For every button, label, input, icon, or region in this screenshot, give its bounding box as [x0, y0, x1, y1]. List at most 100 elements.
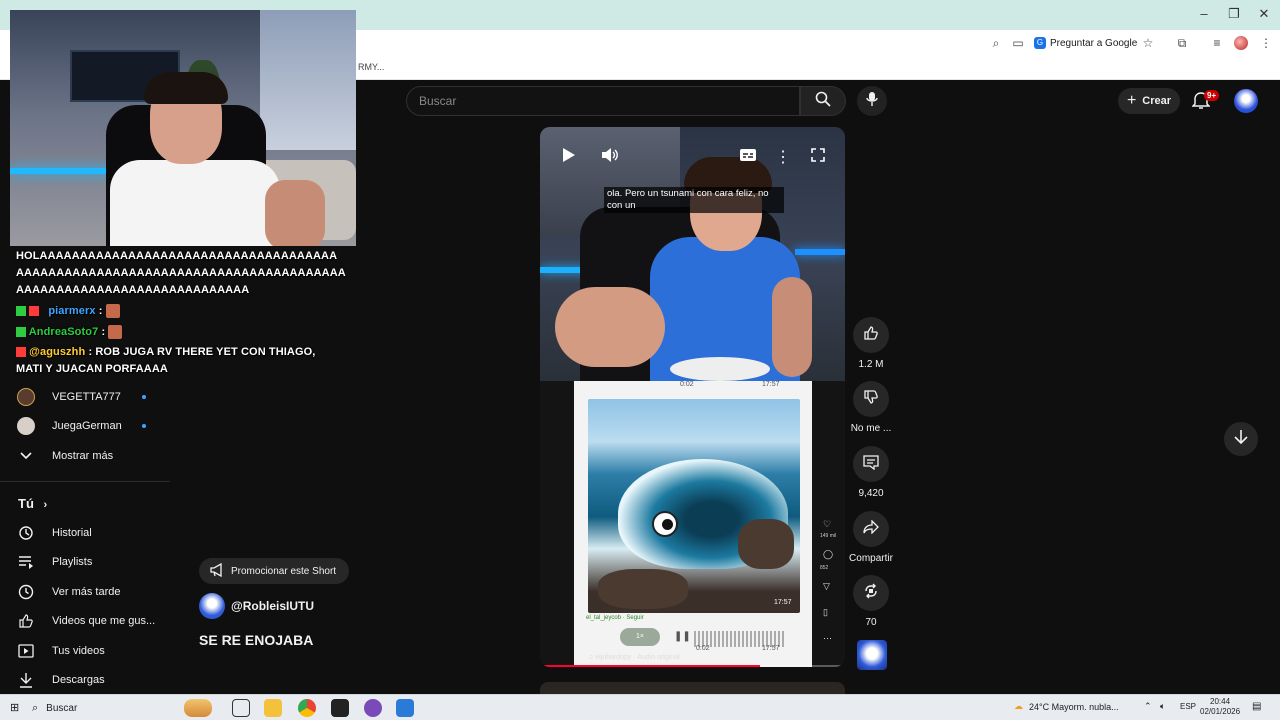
sidebar-item-historial[interactable]: Historial: [16, 522, 92, 544]
windows-start-icon[interactable]: ⊞: [10, 701, 19, 714]
sidebar-sub-juegagerman[interactable]: JuegaGerman: [16, 415, 146, 437]
volume-button[interactable]: [600, 147, 620, 167]
sidebar-sub-vegetta[interactable]: VEGETTA777: [16, 386, 146, 408]
channel-handle[interactable]: @RobleisIUTU: [231, 599, 314, 613]
chrome-icon[interactable]: [298, 699, 316, 717]
notification-center-icon[interactable]: ▤: [1252, 701, 1261, 712]
audio-source-label: ♫ elpibardopy · Audio original: [588, 654, 680, 661]
search-input[interactable]: Buscar: [406, 86, 800, 116]
download-icon: [16, 670, 36, 690]
remix-button[interactable]: [853, 575, 889, 611]
share-action[interactable]: Compartir: [849, 511, 893, 564]
cast-icon[interactable]: ▭: [1010, 35, 1026, 51]
search-icon: ⌕: [32, 701, 39, 714]
star-icon[interactable]: ☆: [1140, 35, 1156, 51]
audio-time-left: 0:02: [696, 645, 710, 652]
volume-icon: [601, 147, 619, 168]
like-button[interactable]: [853, 317, 889, 353]
photos-icon[interactable]: [396, 699, 414, 717]
sidebar-show-more[interactable]: Mostrar más: [16, 445, 113, 467]
sidebar-item-playlists[interactable]: Playlists: [16, 551, 92, 573]
kebab-menu-icon[interactable]: ⋮: [1258, 35, 1274, 51]
food-widget-icon[interactable]: [184, 699, 212, 717]
taskbar-weather[interactable]: ☁ 24°C Mayorm. nubla...: [1014, 701, 1119, 712]
megaphone-icon: [209, 562, 225, 580]
remix-action[interactable]: 70: [849, 575, 893, 628]
comments-button[interactable]: [853, 446, 889, 482]
ask-google-label: Preguntar a Google: [1050, 37, 1138, 49]
epic-games-icon[interactable]: [331, 699, 349, 717]
voice-search-button[interactable]: [857, 86, 887, 116]
next-short-preview[interactable]: [540, 682, 845, 694]
playback-speed: 1×: [620, 628, 660, 646]
sound-channel-thumbnail[interactable]: [857, 640, 887, 670]
file-explorer-icon[interactable]: [264, 699, 282, 717]
dislike-action[interactable]: No me ...: [849, 381, 893, 434]
task-view-icon[interactable]: [232, 699, 250, 717]
obs-icon[interactable]: [364, 699, 382, 717]
playlist-icon: [16, 552, 36, 572]
bookmark-item[interactable]: RMY...: [358, 62, 384, 72]
channel-avatar[interactable]: [199, 593, 225, 619]
dislike-button[interactable]: [853, 381, 889, 417]
sidebar-sub-label: VEGETTA777: [52, 391, 121, 403]
comment-count: 9,420: [858, 488, 884, 499]
new-content-dot: [142, 424, 146, 428]
play-button[interactable]: [559, 147, 579, 167]
minimize-icon[interactable]: –: [1192, 6, 1216, 21]
captions-icon: [739, 148, 757, 167]
dislike-label: No me ...: [850, 423, 892, 434]
taskbar-clock[interactable]: 20:44 02/01/2026: [1200, 697, 1240, 717]
captions-button[interactable]: [738, 147, 758, 167]
zoom-icon[interactable]: ⌕: [988, 35, 1004, 51]
phone-screenshot: 0:02 17:57 17:57 el_tal_jeycob · Seguir …: [574, 381, 812, 667]
short-video-player[interactable]: ola. Pero un tsunami con cara feliz, no …: [540, 127, 845, 667]
short-channel[interactable]: @RobleisIUTU: [199, 593, 314, 619]
search-icon: [815, 91, 831, 112]
chat-username: AndreaSoto7: [28, 325, 99, 338]
mini-like-count: 149 mil: [820, 533, 837, 539]
restore-icon[interactable]: ❐: [1222, 6, 1246, 22]
microphone-icon: [866, 91, 878, 112]
you-section-header[interactable]: Tú ›: [18, 496, 47, 511]
comments-action[interactable]: 9,420: [849, 446, 893, 499]
sidebar-item-downloads[interactable]: Descargas: [16, 669, 105, 691]
browser-profile-avatar[interactable]: [1234, 36, 1248, 50]
chat-badge-icon: [16, 327, 26, 337]
fullscreen-button[interactable]: [808, 147, 828, 167]
video-icon: [16, 641, 36, 661]
ask-google-button[interactable]: G Preguntar a Google: [1034, 34, 1137, 52]
wave-eye: [652, 511, 678, 537]
next-short-button[interactable]: [1224, 422, 1258, 456]
chat-message: AndreaSoto7 :: [16, 325, 123, 339]
chat-username: @aguszhh: [29, 346, 86, 358]
tray-chevron-icon[interactable]: ⌃: [1144, 701, 1152, 712]
close-icon[interactable]: ✕: [1252, 6, 1276, 22]
chat-badge-icon: [29, 306, 40, 316]
share-button[interactable]: [853, 511, 889, 547]
promote-short-button[interactable]: Promocionar este Short: [199, 558, 349, 584]
bookmark-icon: ▯: [823, 607, 828, 617]
reading-list-icon[interactable]: ≡: [1209, 35, 1225, 51]
account-avatar[interactable]: [1234, 89, 1258, 113]
sidebar-item-liked[interactable]: Videos que me gus...: [16, 610, 155, 632]
video-progress-bar[interactable]: [540, 665, 845, 667]
kebab-menu-icon: ⋮: [775, 149, 791, 166]
sidebar-item-watch-later[interactable]: Ver más tarde: [16, 581, 120, 603]
thumbs-up-icon: [863, 325, 879, 346]
sidebar-item-your-videos[interactable]: Tus videos: [16, 640, 105, 662]
volume-icon[interactable]: 🔈︎: [1160, 701, 1165, 712]
language-indicator[interactable]: ESP: [1180, 702, 1196, 711]
extensions-icon[interactable]: ⧉: [1174, 35, 1190, 51]
search-button[interactable]: [800, 86, 846, 116]
create-button[interactable]: + Crear: [1118, 88, 1180, 114]
arrow-down-icon: [1234, 429, 1248, 450]
poster-info: el_tal_jeycob · Seguir: [586, 615, 644, 621]
more-options-button[interactable]: ⋮: [773, 147, 793, 167]
plus-icon: +: [1126, 92, 1137, 109]
like-action[interactable]: 1.2 M: [849, 317, 893, 370]
thumbs-up-icon: [16, 611, 36, 631]
play-icon: [562, 147, 576, 168]
wave-pupil: [662, 519, 673, 530]
create-label: Crear: [1142, 95, 1172, 107]
